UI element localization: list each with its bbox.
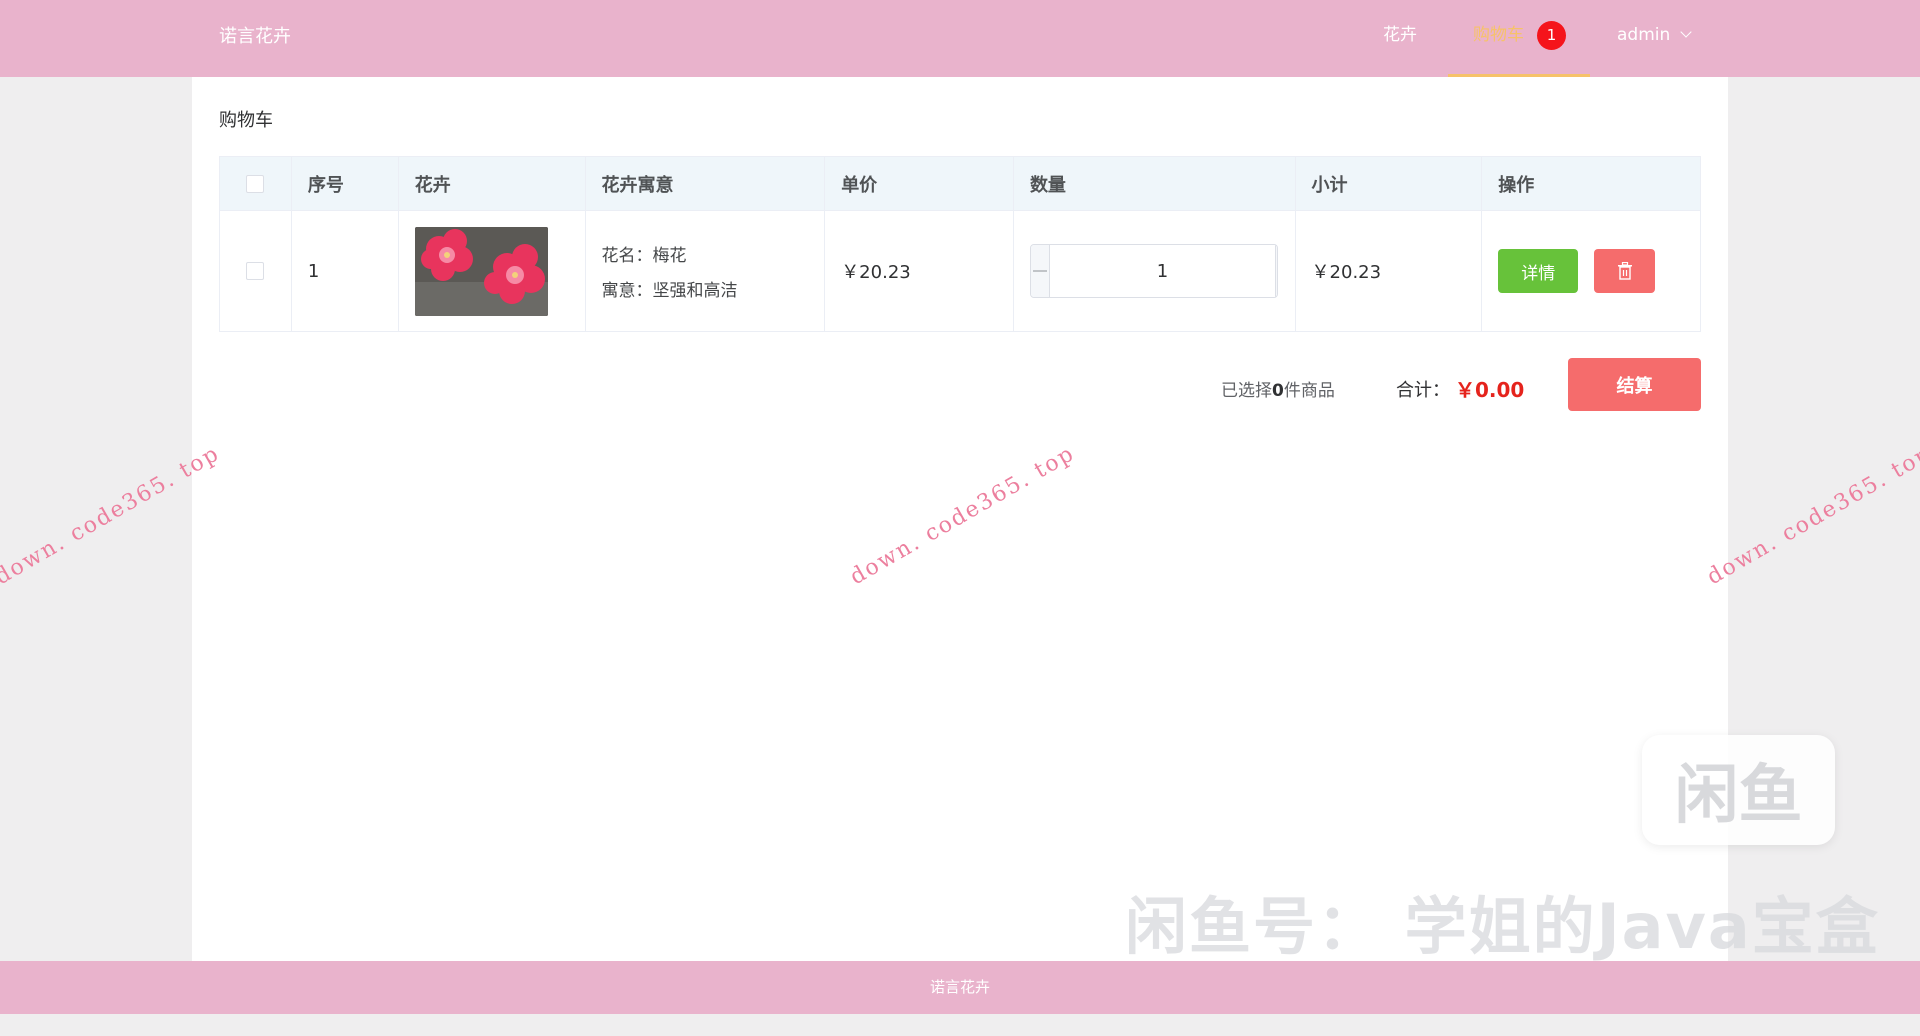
column-header-meaning: 花卉寓意 xyxy=(586,157,826,210)
nav-flowers[interactable]: 花卉 xyxy=(1383,0,1417,77)
top-navbar: 诺言花卉 花卉 购物车 1 admin xyxy=(0,0,1920,77)
plum-blossom-photo xyxy=(414,226,548,316)
quantity-input[interactable] xyxy=(1049,245,1275,297)
xianyu-logo-watermark: 闲鱼 xyxy=(1642,735,1835,845)
flower-description: 花名：梅花 寓意：坚强和高洁 xyxy=(602,241,738,301)
footer: 诺言花卉 xyxy=(0,961,1920,1014)
row-index: 1 xyxy=(292,211,399,331)
row-checkbox[interactable] xyxy=(246,262,265,280)
minus-icon xyxy=(1032,270,1047,272)
selected-prefix: 已选择 xyxy=(1221,381,1272,401)
total-value: ￥0.00 xyxy=(1455,378,1525,402)
row-actions-cell: 详情 xyxy=(1482,211,1700,331)
selected-count-text: 已选择0件商品 xyxy=(1221,376,1335,401)
column-header-subtotal: 小计 xyxy=(1296,157,1483,210)
total-label: 合计： xyxy=(1396,380,1450,401)
column-header-flower: 花卉 xyxy=(399,157,586,210)
flower-image[interactable] xyxy=(414,226,548,316)
select-all-cell xyxy=(220,157,292,210)
row-quantity-cell xyxy=(1014,211,1296,331)
checkout-button[interactable]: 结算 xyxy=(1568,358,1701,411)
user-menu[interactable]: admin xyxy=(1617,0,1692,77)
select-all-checkbox[interactable] xyxy=(246,174,265,193)
column-header-quantity: 数量 xyxy=(1014,157,1296,210)
flower-name-line: 花名：梅花 xyxy=(601,246,687,266)
column-header-index: 序号 xyxy=(292,157,399,210)
site-watermark: down. code365. top xyxy=(1702,440,1920,591)
brand-logo-text[interactable]: 诺言花卉 xyxy=(219,22,291,48)
delete-button[interactable] xyxy=(1594,249,1656,293)
xianyu-text-watermark: 闲鱼号： 学姐的Java宝盒 xyxy=(1125,890,1880,963)
cart-count-badge: 1 xyxy=(1537,21,1566,50)
quantity-stepper xyxy=(1029,244,1278,298)
column-header-price: 单价 xyxy=(825,157,1014,210)
nav-cart[interactable]: 购物车 xyxy=(1448,0,1590,77)
user-name: admin xyxy=(1617,25,1671,45)
plus-icon xyxy=(1276,262,1278,280)
trash-icon xyxy=(1617,262,1632,280)
site-watermark: down. code365. top xyxy=(0,440,225,591)
detail-button[interactable]: 详情 xyxy=(1498,249,1579,293)
quantity-increase-button[interactable] xyxy=(1274,245,1278,297)
row-select-cell xyxy=(220,211,292,331)
table-header: 序号 花卉 花卉寓意 单价 数量 小计 操作 xyxy=(220,157,1700,211)
column-header-actions: 操作 xyxy=(1498,174,1535,196)
page-title: 购物车 xyxy=(219,110,273,131)
chevron-down-icon xyxy=(1680,26,1692,38)
nav-cart-label: 购物车 xyxy=(1473,25,1524,45)
table-row: 1 花名：梅花 寓意：坚强和高洁 ￥20.23 1 ￥20.23 详情 xyxy=(220,211,1700,331)
row-image-cell xyxy=(399,211,586,331)
flower-meaning-line: 寓意：坚强和高洁 xyxy=(601,281,738,301)
row-meaning-cell: 花名：梅花 寓意：坚强和高洁 xyxy=(586,211,826,331)
row-price: ￥20.23 xyxy=(825,211,1014,331)
selected-suffix: 件商品 xyxy=(1283,381,1335,401)
cart-table: 序号 花卉 花卉寓意 单价 数量 小计 操作 1 花名：梅花 寓意：坚强和高洁 … xyxy=(219,156,1701,332)
selected-count: 0 xyxy=(1272,381,1284,401)
row-subtotal: ￥20.23 xyxy=(1296,211,1483,331)
quantity-decrease-button[interactable] xyxy=(1030,245,1050,297)
